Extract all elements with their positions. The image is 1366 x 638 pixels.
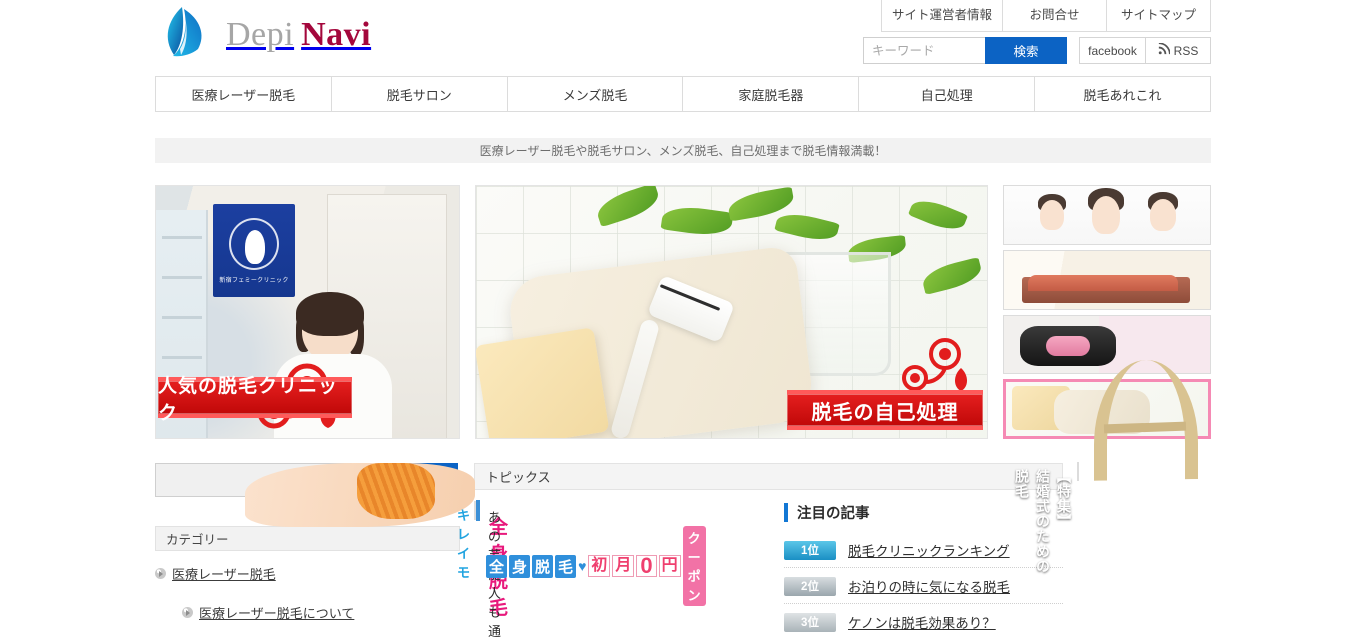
header-search: 検索 [863, 37, 1067, 64]
site-header: DepiNavi サイト運営者情報 お問合せ サイトマップ 検索 faceboo… [155, 0, 1211, 76]
ad-column: 全身脱毛 あの芸能人も通ってる キレイモ 全 身 脱 毛 ♥ 初 月 [245, 463, 764, 638]
logo-depi: Depi [226, 16, 295, 53]
rank-badge: 3位 [784, 612, 836, 632]
header-search-input[interactable] [863, 37, 985, 64]
ad-wedding-special[interactable]: 【特集】 結婚式のための 脱毛 [1014, 359, 1198, 574]
facebook-label: facebook [1088, 43, 1137, 58]
site-logo[interactable]: Depi Navi [160, 5, 371, 65]
ad-photo [245, 463, 475, 527]
page-root: DepiNavi サイト運営者情報 お問合せ サイトマップ 検索 faceboo… [0, 0, 1366, 638]
facebook-button[interactable]: facebook [1079, 37, 1146, 64]
right-rail: 【特集】 結婚式のための 脱毛 [1014, 359, 1211, 638]
category-item[interactable]: 医療レーザー脱毛について [155, 603, 460, 622]
site-tagline: 医療レーザー脱毛や脱毛サロン、メンズ脱毛、自己処理まで脱毛情報満載！ [155, 138, 1211, 163]
hero-section: 新宿フェミークリニック 人気の脱毛クリニック 脱毛の自己処理 [155, 185, 1211, 440]
main-nav: 医療レーザー脱毛 脱毛サロン メンズ脱毛 家庭脱毛器 自己処理 脱毛あれこれ [155, 76, 1211, 112]
social-buttons: facebook RSS [1079, 37, 1211, 64]
featured-link-2[interactable]: お泊りの時に気になる脱毛 [848, 576, 1010, 596]
logo-text: Depi Navi [226, 16, 371, 54]
featured-link-3[interactable]: ケノンは脱毛効果あり？ [848, 612, 996, 632]
nav-item-medical-laser[interactable]: 医療レーザー脱毛 [156, 77, 332, 111]
content-wrapper: DepiNavi サイト運営者情報 お問合せ サイトマップ 検索 faceboo… [155, 0, 1211, 638]
ad-kireimo-coupon[interactable]: あの芸能人も通ってる キレイモ 全 身 脱 毛 ♥ 初 月 0 円 ク [457, 500, 706, 638]
clinic-sign-text: 新宿フェミークリニック [219, 277, 289, 284]
thumb-salon-room[interactable] [1003, 249, 1211, 310]
rank-badge: 1位 [784, 540, 836, 560]
category-item[interactable]: 医療レーザー脱毛 [155, 564, 460, 583]
rank-badge: 2位 [784, 576, 836, 596]
header-search-button[interactable]: 検索 [985, 37, 1067, 64]
top-link-sitemap[interactable]: サイトマップ [1107, 0, 1211, 32]
accent-bar [784, 503, 788, 522]
nav-item-home-device[interactable]: 家庭脱毛器 [683, 77, 860, 111]
nav-item-salon[interactable]: 脱毛サロン [331, 77, 508, 111]
nav-item-self-care[interactable]: 自己処理 [859, 77, 1036, 111]
arrow-bullet-icon [182, 607, 193, 618]
hero-left-banner[interactable]: 新宿フェミークリニック 人気の脱毛クリニック [155, 185, 460, 439]
list-item[interactable]: 3位 ケノンは脱毛効果あり？ [784, 604, 1063, 638]
category-list: 医療レーザー脱毛 医療レーザー脱毛について [155, 564, 460, 622]
lower-section: 検索 カテゴリー 医療レーザー脱毛 医療レーザー脱毛について トピックス [155, 359, 1211, 638]
nav-item-mens[interactable]: メンズ脱毛 [507, 77, 684, 111]
rss-icon [1158, 42, 1171, 58]
category-link-medical-laser[interactable]: 医療レーザー脱毛 [172, 564, 276, 583]
red-swirl-icon [897, 334, 975, 396]
thumb-home-device[interactable] [1003, 314, 1211, 375]
hero-main-caption: 脱毛の自己処理 [787, 390, 983, 430]
arrow-bullet-icon [155, 568, 166, 579]
rss-button[interactable]: RSS [1146, 37, 1211, 64]
clinic-sign: 新宿フェミークリニック [213, 204, 295, 297]
category-heading: カテゴリー [155, 526, 460, 551]
leaf-logo-icon [160, 5, 216, 65]
top-links: サイト運営者情報 お問合せ サイトマップ [880, 0, 1211, 32]
rss-label: RSS [1173, 43, 1199, 58]
top-link-operator-info[interactable]: サイト運営者情報 [881, 0, 1003, 32]
thumb-clinic-staff[interactable] [1003, 185, 1211, 245]
nav-item-misc[interactable]: 脱毛あれこれ [1035, 77, 1211, 111]
top-link-contact[interactable]: お問合せ [1003, 0, 1107, 32]
hero-main-slide[interactable]: 脱毛の自己処理 [475, 185, 988, 439]
logo-navi: Navi [301, 16, 372, 53]
hero-left-caption: 人気の脱毛クリニック [158, 376, 352, 424]
header-toolbar: 検索 facebook RSS [863, 37, 1211, 64]
soap-bar [476, 327, 610, 438]
category-link-about-medical-laser[interactable]: 医療レーザー脱毛について [199, 603, 354, 622]
